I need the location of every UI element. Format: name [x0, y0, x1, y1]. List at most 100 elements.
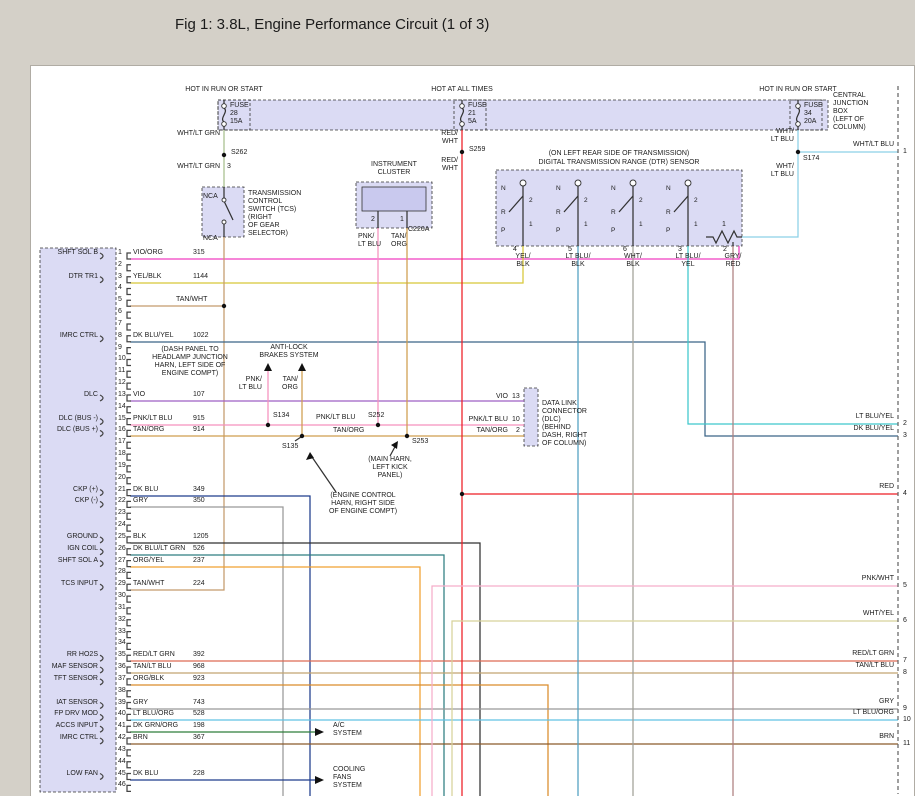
wire-dk-blu-lt-grn: [130, 555, 444, 796]
abs-arrow-tan-icon: [298, 363, 306, 371]
pin-tick: [127, 596, 131, 602]
pin-tick: [127, 525, 131, 531]
wire-lt-blu-yel: [688, 246, 898, 424]
fuse-21-terminal-top: [460, 104, 465, 109]
pin-tick: [127, 620, 131, 626]
dtr-switch-label: R: [666, 209, 671, 216]
splice-dot-s252: [376, 423, 380, 427]
dtr-switch-label: P: [666, 227, 670, 234]
pcm-connector-box: [40, 248, 116, 792]
pin-tick: [127, 774, 131, 780]
junction-dot-red: [460, 492, 464, 496]
pin-tick: [127, 419, 131, 425]
fuse-28-terminal-top: [222, 104, 227, 109]
dlc-box: [524, 388, 538, 446]
dtr-switch-label: 2: [529, 197, 533, 204]
pin-tick: [127, 442, 131, 448]
pin-tick: [127, 584, 131, 590]
cooling-fans-arrow-icon: [315, 776, 324, 784]
pin-tick: [127, 750, 131, 756]
pin-tick: [127, 667, 131, 673]
pin-tick: [127, 738, 131, 744]
pin-tick: [127, 726, 131, 732]
dtr-switch-label: 1: [639, 221, 643, 228]
dtr-switch-label: 2: [639, 197, 643, 204]
dtr-sensor-box: [496, 170, 742, 246]
dtr-switch-label: 2: [694, 197, 698, 204]
instrument-cluster-inner-box: [362, 187, 426, 211]
dtr-switch-label: R: [611, 209, 616, 216]
dtr-switch-label: P: [611, 227, 615, 234]
dtr-switch-label: N: [611, 185, 616, 192]
pin-tick: [127, 383, 131, 389]
engine-harn-leader: [312, 457, 336, 492]
splice-dot-s262: [222, 153, 226, 157]
wire-wht-lt-blu: [742, 130, 898, 237]
ac-system-arrow-icon: [315, 728, 324, 736]
wire-pnk-lt-blu: [130, 228, 524, 425]
pin-tick: [127, 608, 131, 614]
pin-tick: [127, 336, 131, 342]
pin-tick: [127, 643, 131, 649]
wire-pnk-wht: [432, 586, 898, 796]
wire-org-yel: [130, 567, 420, 796]
pin-tick: [127, 277, 131, 283]
pin-tick: [127, 679, 131, 685]
dtr-switch-label: 2: [584, 197, 588, 204]
wire-tan-wht: [130, 237, 224, 590]
pin-tick: [127, 478, 131, 484]
wire-dk-blu-yel: [130, 342, 898, 436]
dtr-switch-label: N: [501, 185, 506, 192]
wire-vio-org: [130, 246, 739, 259]
pin-tick: [127, 348, 131, 354]
dtr-switch-label: P: [501, 227, 505, 234]
pin-tick: [127, 360, 131, 366]
dtr-switch-label: P: [556, 227, 560, 234]
screenshot-stage: Fig 1: 3.8L, Engine Performance Circuit …: [0, 0, 915, 796]
splice-dot-s134: [266, 423, 270, 427]
pin-tick: [127, 371, 131, 377]
pin-tick: [127, 312, 131, 318]
pin-tick: [127, 655, 131, 661]
tcs-box: [202, 187, 244, 237]
splice-dot-s135: [300, 434, 304, 438]
pin-tick: [127, 454, 131, 460]
wiring-diagram-svg: N2R1PN2R1PN2R1PN2R1P: [0, 0, 915, 796]
pin-tick: [127, 549, 131, 555]
pin-tick: [127, 407, 131, 413]
pin-tick: [127, 691, 131, 697]
pin-tick: [127, 572, 131, 578]
pin-tick: [127, 537, 131, 543]
pin-tick: [127, 561, 131, 567]
fuse-28-terminal-bottom: [222, 122, 227, 127]
splice-dot-s253: [405, 434, 409, 438]
s135-leader: [295, 437, 301, 441]
dtr-switch-contact: [630, 180, 636, 186]
pin-tick: [127, 466, 131, 472]
fuse-21-terminal-bottom: [460, 122, 465, 127]
central-junction-box: [218, 100, 828, 130]
pin-tick: [127, 265, 131, 271]
dtr-switch-contact: [575, 180, 581, 186]
dtr-switch-label: 1: [584, 221, 588, 228]
dtr-switch-contact: [520, 180, 526, 186]
dtr-switch-label: R: [501, 209, 506, 216]
pin-tick: [127, 785, 131, 791]
dtr-switch-label: R: [556, 209, 561, 216]
pin-tick: [127, 513, 131, 519]
pin-tick: [127, 395, 131, 401]
pin-tick: [127, 490, 131, 496]
wire-yel-blk: [130, 246, 523, 283]
junction-dot-tcs: [222, 304, 226, 308]
wire-blk: [130, 543, 480, 796]
dtr-switch-label: N: [666, 185, 671, 192]
fuse-34-terminal-bottom: [796, 122, 801, 127]
pin-tick: [127, 632, 131, 638]
dtr-switch-contact: [685, 180, 691, 186]
tcs-contact-bottom: [222, 220, 226, 224]
pin-tick: [127, 253, 131, 259]
wire-org-blk: [130, 685, 548, 796]
dtr-switch-label: 1: [694, 221, 698, 228]
splice-dot-s259: [460, 150, 464, 154]
dtr-switch-label: 1: [529, 221, 533, 228]
